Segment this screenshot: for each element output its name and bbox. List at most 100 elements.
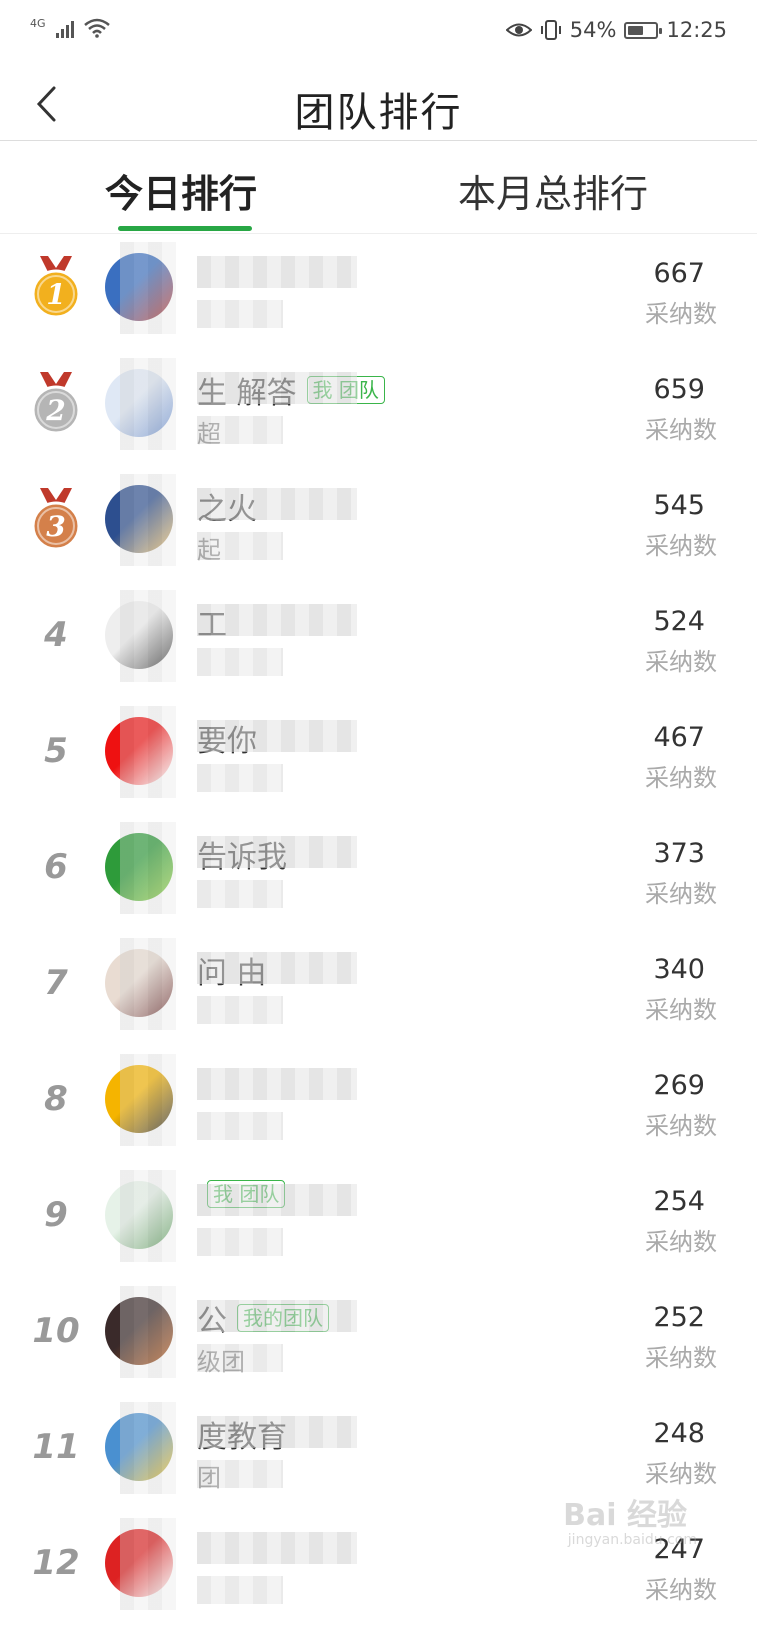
adopted-count-label: 采纳数 [645,764,717,792]
privacy-mosaic [120,1286,176,1378]
privacy-mosaic [197,880,283,908]
adopted-count-label: 采纳数 [645,532,717,560]
adopted-count-label: 采纳数 [645,1112,717,1140]
rank-number: 5 [22,716,90,786]
nav-bar: 团队排行 [0,64,757,141]
adopted-count-label: 采纳数 [645,648,717,676]
list-item[interactable]: 6 告诉我373采纳数 [0,814,757,930]
list-item[interactable]: 4 工524采纳数 [0,582,757,698]
silver-medal-icon: 2 [22,368,90,438]
bronze-medal-icon: 3 [22,484,90,554]
list-item[interactable]: 5 要你467采纳数 [0,698,757,814]
rank-number-text: 9 [44,1195,68,1235]
privacy-mosaic [197,604,357,636]
privacy-mosaic [197,836,357,868]
battery-percent: 54% [569,18,617,42]
medal-rank-number: 2 [45,394,65,427]
privacy-mosaic [197,1344,283,1372]
rank-number-text: 7 [44,963,68,1003]
list-item[interactable]: 10 公 我的团队级团252采纳数 [0,1278,757,1394]
tab-today[interactable]: 今日排行 [105,163,257,218]
rank-number: 4 [22,600,90,670]
watermark: Bai 经验 [563,1498,687,1533]
privacy-mosaic [120,1518,176,1610]
privacy-mosaic [197,648,283,676]
adopted-count: 340 [653,954,705,985]
privacy-mosaic [120,938,176,1030]
privacy-mosaic [197,952,357,984]
rank-number-text: 12 [32,1543,80,1583]
privacy-mosaic [120,822,176,914]
privacy-mosaic [120,474,176,566]
rank-number-text: 6 [44,847,68,887]
adopted-count: 254 [653,1186,705,1217]
privacy-mosaic [197,372,357,404]
privacy-mosaic [197,488,357,520]
eye-icon [505,23,532,37]
list-item[interactable]: 1 667 采纳数 [0,234,757,350]
adopted-count: 269 [653,1070,705,1101]
clock: 12:25 [666,18,727,42]
adopted-count: 248 [653,1418,705,1449]
adopted-count-label: 采纳数 [645,1344,717,1372]
adopted-count-label: 采纳数 [645,880,717,908]
privacy-mosaic [197,1460,283,1488]
privacy-mosaic [120,1402,176,1494]
list-item[interactable]: 3 之火起545采纳数 [0,466,757,582]
gold-medal-icon: 1 [22,252,90,322]
adopted-count-label: 采纳数 [645,300,717,328]
privacy-mosaic [197,300,283,328]
wifi-icon [83,18,110,38]
privacy-mosaic [197,256,357,288]
list-item[interactable]: 8 269 采纳数 [0,1046,757,1162]
adopted-count: 667 [653,258,705,289]
privacy-mosaic [197,996,283,1024]
rank-number-text: 4 [44,615,68,655]
battery-level [628,25,643,35]
privacy-mosaic [197,720,357,752]
privacy-mosaic [197,416,283,444]
privacy-mosaic [120,358,176,450]
privacy-mosaic [197,1228,283,1256]
adopted-count: 545 [653,490,705,521]
rank-number: 9 [22,1180,90,1250]
medal-rank-number: 1 [46,278,65,311]
adopted-count-label: 采纳数 [645,1460,717,1488]
medal-rank-number: 3 [46,510,65,543]
adopted-count: 373 [653,838,705,869]
privacy-mosaic [120,1170,176,1262]
privacy-mosaic [197,1112,283,1140]
rank-number: 7 [22,948,90,1018]
list-item[interactable]: 7 问 由340采纳数 [0,930,757,1046]
privacy-mosaic [197,1184,357,1216]
rank-number-text: 10 [32,1311,80,1351]
adopted-count-label: 采纳数 [645,996,717,1024]
rank-number-text: 8 [44,1079,68,1119]
vibrate-icon [540,20,561,40]
rank-number-text: 11 [32,1427,80,1467]
tab-bar: 今日排行 本月总排行 [0,141,757,234]
page-title: 团队排行 [294,90,463,136]
rank-number: 8 [22,1064,90,1134]
battery-icon [624,21,663,39]
network-type: 4G [30,17,46,30]
privacy-mosaic [120,242,176,334]
status-bar: 4G 54% 12:25 [0,0,757,64]
rank-number: 12 [22,1528,90,1598]
privacy-mosaic [197,1068,357,1100]
privacy-mosaic [197,764,283,792]
privacy-mosaic [197,1300,357,1332]
rank-number: 11 [22,1412,90,1482]
privacy-mosaic [120,590,176,682]
signal-icon [55,21,74,38]
privacy-mosaic [197,1416,357,1448]
tab-month[interactable]: 本月总排行 [458,163,648,218]
ranking-list: 1667采纳数2生 解答我 团队超659采纳数3 之火起545采纳数4 工524… [0,234,757,1626]
privacy-mosaic [120,1054,176,1146]
privacy-mosaic [197,1532,357,1564]
privacy-mosaic [197,532,283,560]
adopted-count: 252 [653,1302,705,1333]
list-item[interactable]: 2生 解答我 团队超659采纳数 [0,350,757,466]
list-item[interactable]: 9我 团队254采纳数 [0,1162,757,1278]
watermark-url: jingyan.baidu.com [567,1532,697,1548]
